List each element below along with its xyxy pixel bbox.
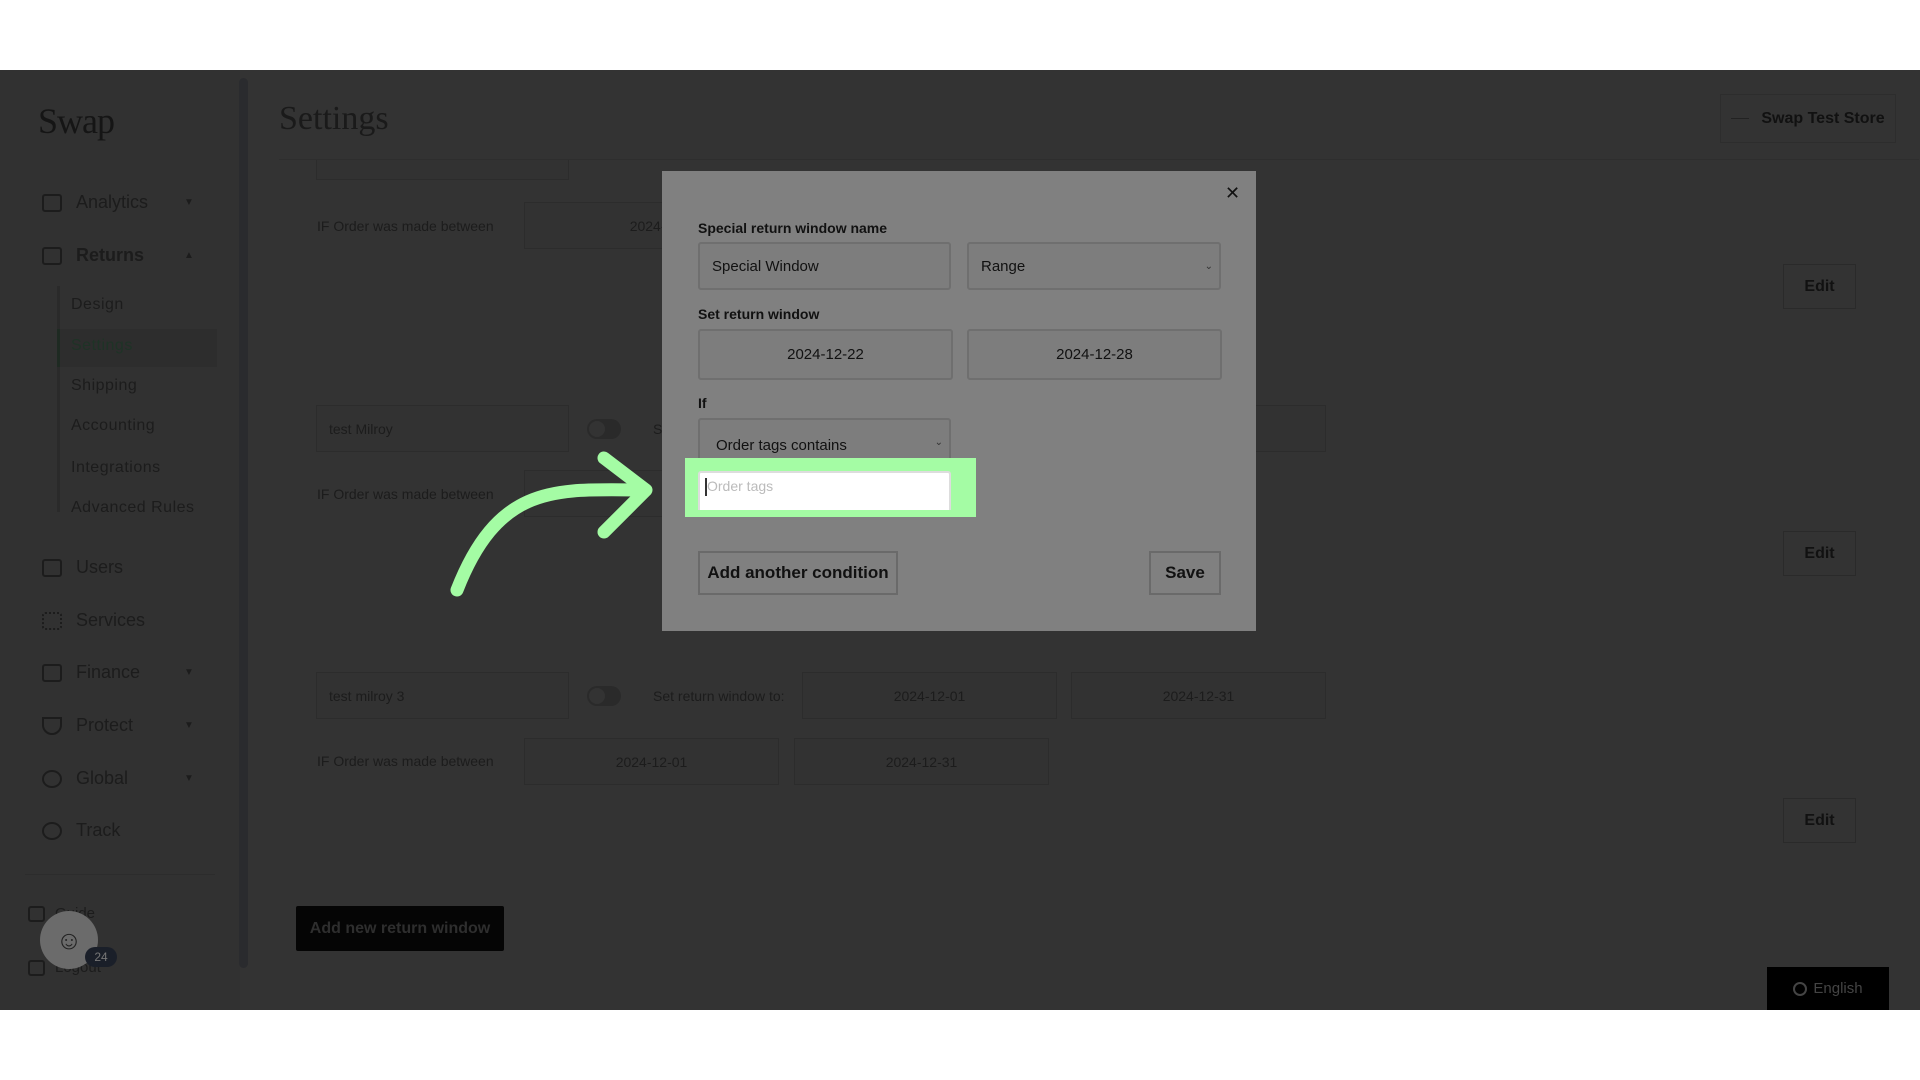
arrow-icon (450, 451, 653, 597)
